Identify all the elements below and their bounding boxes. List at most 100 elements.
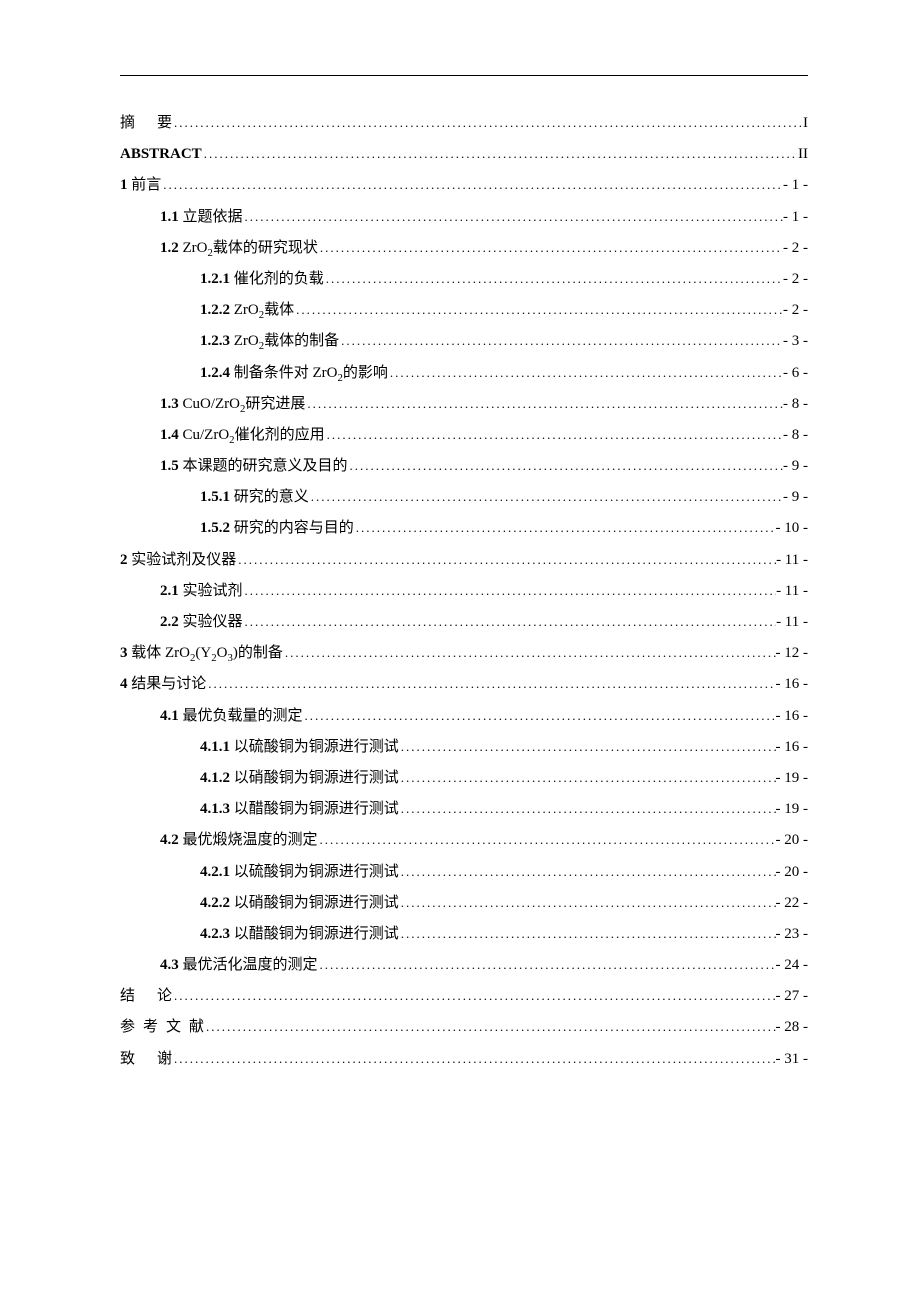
toc-entry-label: 参考文献: [120, 1020, 204, 1035]
toc-entry-page: - 19 -: [776, 771, 809, 786]
toc-entry-title: 制备条件对 ZrO2的影响: [234, 365, 388, 381]
toc-entry-page: - 16 -: [776, 677, 809, 692]
toc-leader-dots: [399, 865, 776, 878]
toc-entry: 2.1 实验试剂- 11 -: [120, 584, 808, 599]
toc-entry-label: 1.2 ZrO2载体的研究现状: [160, 241, 318, 256]
toc-entry: 1.5.1 研究的意义 - 9 -: [120, 490, 808, 505]
toc-entry: 3 载体 ZrO2(Y2O3)的制备 - 12 -: [120, 646, 808, 661]
toc-entry: 1.4 Cu/ZrO2催化剂的应用 - 8 -: [120, 428, 808, 443]
toc-entry-label: 1.2.1 催化剂的负载: [200, 272, 324, 287]
toc-entry-title: 参考文献: [120, 1019, 204, 1035]
toc-entry-title: 最优负载量的测定: [183, 708, 303, 724]
toc-entry-number: 1.2.4: [200, 365, 230, 381]
toc-entry-number: 4.1.2: [200, 770, 230, 786]
toc-entry-number: 1.5.2: [200, 520, 230, 536]
toc-entry-label: ABSTRACT: [120, 147, 202, 162]
toc-leader-dots: [206, 677, 775, 690]
toc-entry-label: 结论: [120, 989, 172, 1004]
toc-leader-dots: [243, 210, 783, 223]
toc-entry: 2.2 实验仪器- 11 -: [120, 615, 808, 630]
toc-leader-dots: [204, 1020, 775, 1033]
toc-entry-number: 2.1: [160, 583, 179, 599]
toc-entry-page: - 22 -: [776, 896, 809, 911]
toc-entry: 4.1 最优负载量的测定- 16 -: [120, 709, 808, 724]
toc-entry-label: 1.2.2 ZrO2载体: [200, 303, 294, 318]
toc-entry-number: 1.1: [160, 209, 179, 225]
toc-leader-dots: [354, 521, 776, 534]
toc-entry-label: 1.2.4 制备条件对 ZrO2的影响: [200, 366, 388, 381]
toc-entry-page: - 19 -: [776, 802, 809, 817]
toc-entry-title: CuO/ZrO2研究进展: [183, 396, 306, 412]
toc-entry-page: - 16 -: [776, 709, 809, 724]
toc-entry-label: 1 前言: [120, 178, 161, 193]
toc-leader-dots: [172, 1052, 775, 1065]
toc-entry-label: 4.2 最优煅烧温度的测定: [160, 833, 318, 848]
toc-entry-label: 1.4 Cu/ZrO2催化剂的应用: [160, 428, 325, 443]
toc-leader-dots: [399, 896, 776, 909]
toc-entry-page: - 1 -: [783, 178, 808, 193]
table-of-contents: 摘要 I ABSTRACT II 1 前言 - 1 - 1.1 立题依据- 1 - 1.2 Z…: [120, 116, 808, 1067]
toc-entry-label: 4.2.1 以硫酸铜为铜源进行测试: [200, 865, 399, 880]
toc-entry: 1.1 立题依据- 1 -: [120, 210, 808, 225]
toc-entry-title: 最优煅烧温度的测定: [183, 832, 318, 848]
toc-entry-number: 3: [120, 645, 128, 661]
toc-entry-label: 4.1.1 以硫酸铜为铜源进行测试: [200, 740, 399, 755]
toc-entry: 4.2.1 以硫酸铜为铜源进行测试 - 20 -: [120, 865, 808, 880]
toc-entry: 1.2.2 ZrO2载体- 2 -: [120, 303, 808, 318]
toc-entry: 4.2.2 以硝酸铜为铜源进行测试 - 22 -: [120, 896, 808, 911]
toc-entry-number: 1.3: [160, 396, 179, 412]
toc-entry-label: 2.2 实验仪器: [160, 615, 243, 630]
toc-entry-page: - 8 -: [783, 428, 808, 443]
toc-entry-number: 1.2.3: [200, 333, 230, 349]
toc-entry-page: - 2 -: [783, 272, 808, 287]
toc-entry-title: 以硫酸铜为铜源进行测试: [234, 739, 399, 755]
toc-leader-dots: [172, 116, 803, 129]
toc-entry-page: - 10 -: [776, 521, 809, 536]
toc-entry: 1.5.2 研究的内容与目的- 10 -: [120, 521, 808, 536]
toc-entry: 1.5 本课题的研究意义及目的- 9 -: [120, 459, 808, 474]
toc-entry-page: - 28 -: [776, 1020, 809, 1035]
toc-entry-page: - 9 -: [783, 490, 808, 505]
header-rule: [120, 75, 808, 76]
toc-entry-label: 1.5.1 研究的意义: [200, 490, 309, 505]
toc-leader-dots: [399, 771, 776, 784]
toc-entry-page: II: [798, 147, 808, 162]
toc-entry-page: - 12 -: [776, 646, 809, 661]
toc-entry-title: 以醋酸铜为铜源进行测试: [234, 801, 399, 817]
toc-entry: 2 实验试剂及仪器- 11 -: [120, 553, 808, 568]
toc-leader-dots: [318, 241, 783, 254]
toc-entry-title: 载体 ZrO2(Y2O3)的制备: [131, 645, 283, 661]
toc-entry: 致谢- 31 -: [120, 1052, 808, 1067]
toc-entry-title: 以硝酸铜为铜源进行测试: [234, 895, 399, 911]
toc-entry: 4.2.3 以醋酸铜为铜源进行测试- 23 -: [120, 927, 808, 942]
toc-entry-title: ZrO2载体: [234, 302, 294, 318]
toc-leader-dots: [243, 584, 777, 597]
toc-leader-dots: [318, 833, 776, 846]
toc-entry-title: 结果与讨论: [131, 676, 206, 692]
toc-entry-page: - 20 -: [776, 833, 809, 848]
toc-entry-title: Cu/ZrO2催化剂的应用: [183, 427, 325, 443]
toc-entry-page: - 31 -: [776, 1052, 809, 1067]
toc-entry-number: 1.5: [160, 458, 179, 474]
toc-entry-label: 4.3 最优活化温度的测定: [160, 958, 318, 973]
toc-leader-dots: [399, 802, 776, 815]
toc-leader-dots: [236, 553, 776, 566]
page: 摘要 I ABSTRACT II 1 前言 - 1 - 1.1 立题依据- 1 - 1.2 Z…: [0, 0, 920, 1302]
toc-entry-page: - 20 -: [776, 865, 809, 880]
toc-entry-number: 1: [120, 177, 128, 193]
toc-entry-title: 最优活化温度的测定: [183, 957, 318, 973]
toc-entry-page: - 6 -: [783, 366, 808, 381]
toc-entry-number: 4.2.2: [200, 895, 230, 911]
toc-leader-dots: [305, 397, 783, 410]
toc-entry-label: 3 载体 ZrO2(Y2O3)的制备: [120, 646, 283, 661]
toc-leader-dots: [325, 428, 783, 441]
toc-entry: 参考文献 - 28 -: [120, 1020, 808, 1035]
toc-entry: 1 前言 - 1 -: [120, 178, 808, 193]
toc-entry-label: 摘要: [120, 116, 172, 131]
toc-leader-dots: [161, 178, 783, 191]
toc-entry: 1.3 CuO/ZrO2研究进展- 8 -: [120, 397, 808, 412]
toc-entry-page: I: [803, 116, 808, 131]
toc-entry-page: - 27 -: [776, 989, 809, 1004]
toc-entry: 1.2.4 制备条件对 ZrO2的影响 - 6 -: [120, 366, 808, 381]
toc-entry: 4 结果与讨论- 16 -: [120, 677, 808, 692]
